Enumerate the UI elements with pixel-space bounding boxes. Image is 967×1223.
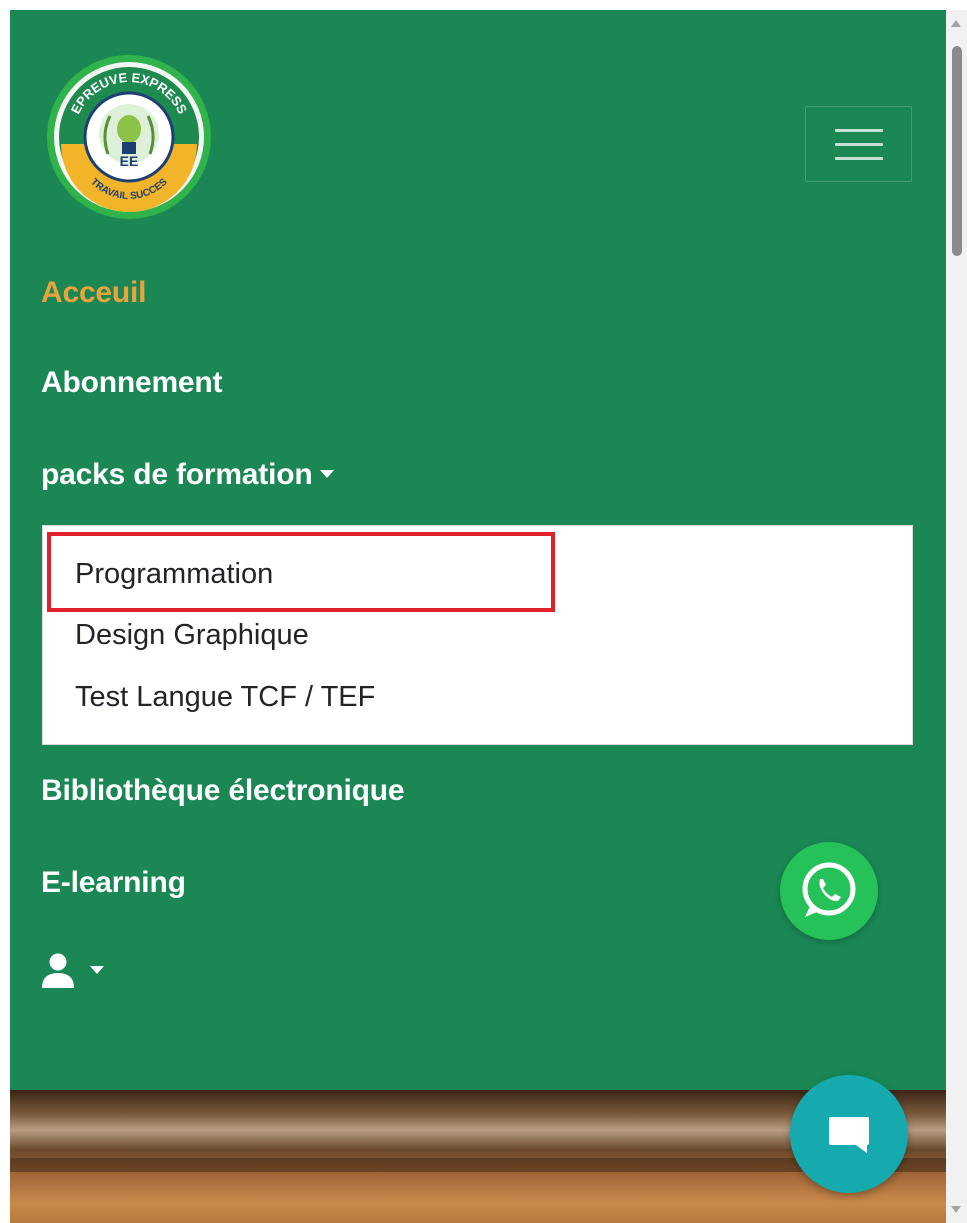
dropdown-item-programmation[interactable]: Programmation (75, 558, 273, 591)
logo-center-text: EE (120, 153, 139, 169)
nav-link-abonnement[interactable]: Abonnement (41, 366, 223, 400)
dropdown-item-design-graphique[interactable]: Design Graphique (75, 619, 309, 652)
user-icon[interactable] (40, 952, 76, 988)
nav-link-acceuil[interactable]: Acceuil (41, 276, 147, 310)
dropdown-item-test-langue[interactable]: Test Langue TCF / TEF (75, 681, 375, 714)
packs-dropdown-menu: Programmation Design Graphique Test Lang… (42, 525, 913, 745)
navbar-toggler-button[interactable] (805, 106, 912, 182)
nav-link-bibliotheque[interactable]: Bibliothèque électronique (41, 774, 405, 808)
scrollbar-thumb[interactable] (952, 46, 962, 256)
scroll-up-arrow-icon[interactable] (951, 20, 961, 27)
nav-link-packs-label: packs de formation (41, 458, 313, 491)
site-logo[interactable]: EE EPREUVE EXPRESS TRAVAIL SUCCES (46, 54, 212, 220)
whatsapp-button[interactable] (780, 842, 878, 940)
hamburger-icon (835, 129, 883, 132)
navbar: EE EPREUVE EXPRESS TRAVAIL SUCCES Acceui… (10, 10, 946, 1090)
page-viewport: EE EPREUVE EXPRESS TRAVAIL SUCCES Acceui… (10, 10, 946, 1223)
whatsapp-icon (802, 862, 856, 917)
hamburger-icon-bar (835, 157, 883, 160)
user-caret-down-icon[interactable] (90, 966, 104, 974)
nav-link-e-learning[interactable]: E-learning (41, 866, 186, 900)
scrollbar[interactable] (946, 10, 967, 1223)
chat-button[interactable] (790, 1075, 908, 1193)
logo-emblem: EE EPREUVE EXPRESS TRAVAIL SUCCES (47, 55, 211, 219)
caret-down-icon (320, 470, 335, 479)
chat-icon (829, 1117, 869, 1145)
nav-link-packs-de-formation[interactable]: packs de formation (41, 458, 335, 492)
scroll-down-arrow-icon[interactable] (951, 1206, 961, 1213)
hamburger-icon-bar (835, 143, 883, 146)
